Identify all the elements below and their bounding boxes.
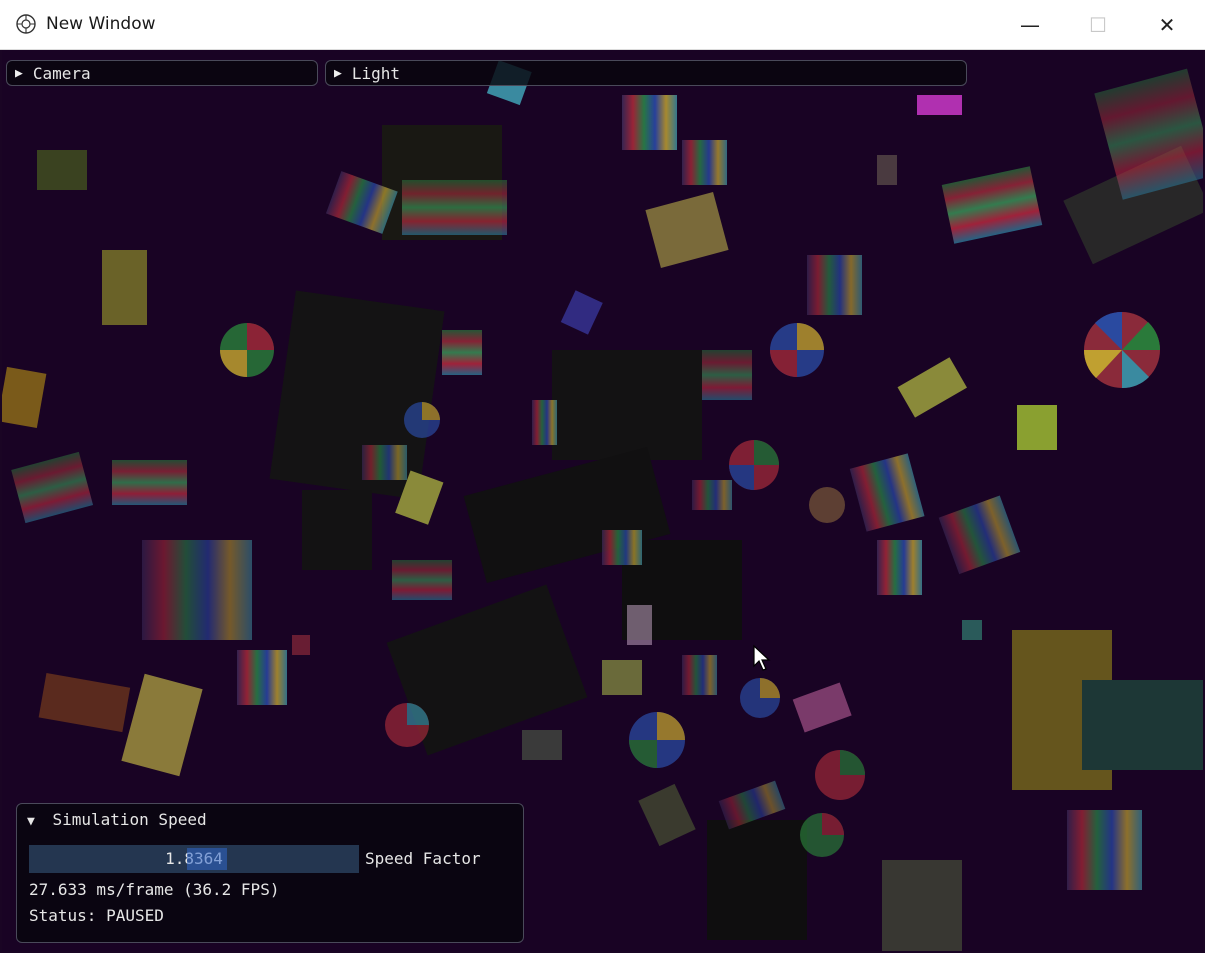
triangle-down-icon: ▼	[27, 814, 35, 829]
maximize-button[interactable]: ☐	[1064, 0, 1132, 50]
camera-label: Camera	[32, 63, 91, 83]
slider-text-selection	[187, 848, 227, 870]
title-bar[interactable]: New Window — ☐ ✕	[0, 0, 1205, 50]
close-button[interactable]: ✕	[1133, 0, 1201, 50]
maximize-icon: ☐	[1089, 13, 1107, 37]
frame-stats-text: 27.633 ms/frame (36.2 FPS)	[29, 880, 280, 899]
minimize-icon: —	[1020, 13, 1040, 37]
mouse-cursor-icon	[753, 644, 771, 671]
simulation-speed-title: Simulation Speed	[52, 810, 207, 829]
speed-factor-label: Speed Factor	[365, 849, 481, 868]
triangle-right-icon: ▶	[15, 65, 23, 81]
close-icon: ✕	[1158, 13, 1176, 37]
window-title: New Window	[46, 14, 156, 34]
status-text: Status: PAUSED	[29, 906, 164, 925]
render-viewport[interactable]: ▶ Camera ▶ Light ▼ Simulation Speed 1.83…	[2, 50, 1203, 951]
app-window: New Window — ☐ ✕ ▶ Camera ▶ Light ▼ Simu…	[0, 0, 1205, 953]
light-header[interactable]: ▶ Light	[325, 60, 967, 86]
app-icon	[16, 14, 36, 34]
simulation-speed-header[interactable]: ▼ Simulation Speed	[27, 810, 207, 829]
triangle-right-icon: ▶	[334, 65, 342, 81]
simulation-speed-panel: ▼ Simulation Speed 1.8364 Speed Factor 2…	[16, 803, 524, 943]
light-label: Light	[351, 63, 400, 83]
minimize-button[interactable]: —	[996, 0, 1064, 50]
camera-header[interactable]: ▶ Camera	[6, 60, 318, 86]
